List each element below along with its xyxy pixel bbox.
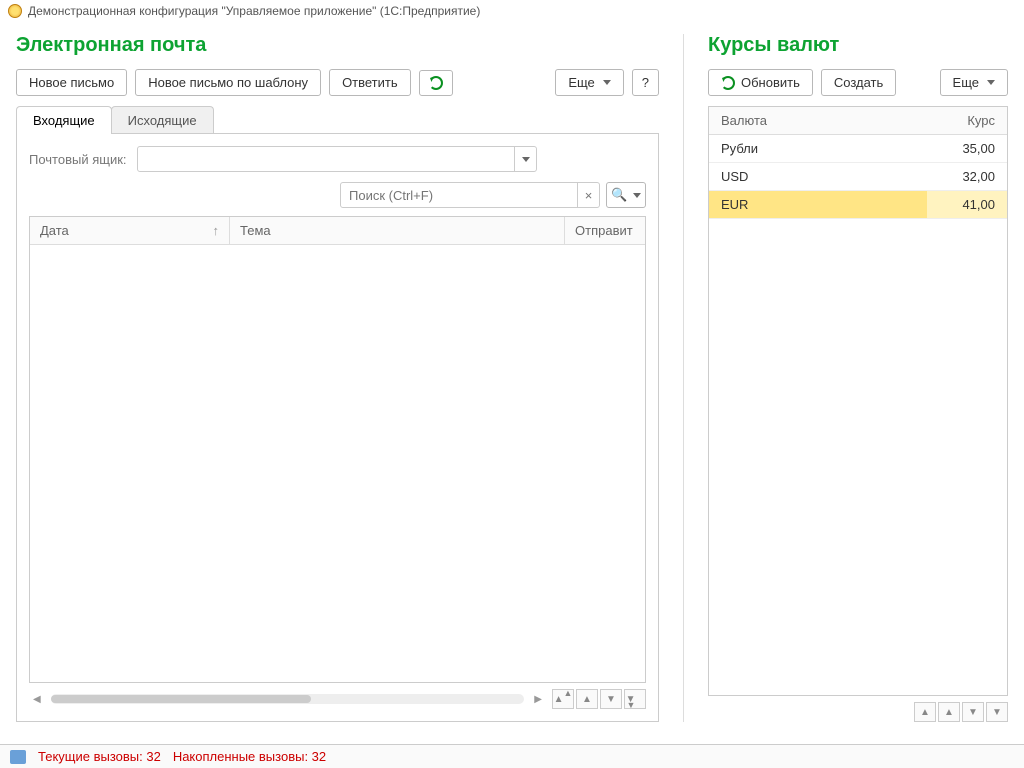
rates-table-head: Валюта Курс bbox=[709, 107, 1007, 135]
table-row[interactable]: EUR41,00 bbox=[709, 191, 1007, 219]
nav-last[interactable]: ▼▼ bbox=[624, 689, 646, 709]
chevron-down-icon bbox=[522, 157, 530, 162]
nav-up[interactable]: ▲ bbox=[576, 689, 598, 709]
rates-toolbar: Обновить Создать Еще bbox=[708, 69, 1008, 96]
refresh-icon bbox=[429, 76, 443, 90]
nav-first[interactable]: ▲▲ bbox=[552, 689, 574, 709]
cell-rate: 35,00 bbox=[915, 141, 995, 156]
column-date[interactable]: Дата ↑ bbox=[30, 217, 230, 244]
chevron-down-icon bbox=[633, 193, 641, 198]
app-icon bbox=[8, 4, 22, 18]
search-button[interactable]: 🔍 bbox=[606, 182, 646, 208]
chevron-down-icon bbox=[987, 80, 995, 85]
email-table: Дата ↑ Тема Отправит bbox=[29, 216, 646, 683]
rates-row-nav: ▲ ▲ ▼ ▼ bbox=[914, 702, 1008, 722]
rates-title: Курсы валют bbox=[708, 34, 1008, 57]
table-row[interactable]: USD32,00 bbox=[709, 163, 1007, 191]
nav-down[interactable]: ▼ bbox=[600, 689, 622, 709]
sort-asc-icon: ↑ bbox=[213, 223, 220, 238]
new-letter-button[interactable]: Новое письмо bbox=[16, 69, 127, 96]
tab-body: Почтовый ящик: × 🔍 bbox=[16, 133, 659, 722]
mailbox-dropdown-button[interactable] bbox=[514, 147, 536, 171]
refresh-label: Обновить bbox=[741, 75, 800, 90]
titlebar-text: Демонстрационная конфигурация "Управляем… bbox=[28, 4, 480, 18]
panel-divider bbox=[683, 34, 684, 722]
mailbox-label: Почтовый ящик: bbox=[29, 152, 127, 167]
nav-first[interactable]: ▲ bbox=[914, 702, 936, 722]
status-current-calls: Текущие вызовы: 32 bbox=[38, 749, 161, 764]
cell-rate: 41,00 bbox=[927, 191, 1007, 218]
rates-refresh-button[interactable]: Обновить bbox=[708, 69, 813, 96]
column-currency[interactable]: Валюта bbox=[721, 113, 915, 128]
hscroll-thumb[interactable] bbox=[51, 695, 311, 703]
statusbar: Текущие вызовы: 32 Накопленные вызовы: 3… bbox=[0, 744, 1024, 768]
column-subject[interactable]: Тема bbox=[230, 217, 565, 244]
new-letter-template-button[interactable]: Новое письмо по шаблону bbox=[135, 69, 321, 96]
column-sender[interactable]: Отправит bbox=[565, 217, 645, 244]
hscroll-track[interactable] bbox=[51, 694, 525, 704]
column-date-label: Дата bbox=[40, 223, 69, 238]
rates-more-button[interactable]: Еще bbox=[940, 69, 1008, 96]
titlebar: Демонстрационная конфигурация "Управляем… bbox=[0, 0, 1024, 22]
cell-currency: EUR bbox=[721, 197, 927, 212]
email-tabs: Входящие Исходящие bbox=[16, 106, 659, 134]
table-row[interactable]: Рубли35,00 bbox=[709, 135, 1007, 163]
search-input[interactable] bbox=[341, 188, 577, 203]
column-rate[interactable]: Курс bbox=[915, 113, 995, 128]
email-more-button[interactable]: Еще bbox=[555, 69, 623, 96]
search-input-wrap: × bbox=[340, 182, 600, 208]
rates-table: Валюта Курс Рубли35,00USD32,00EUR41,00 bbox=[708, 106, 1008, 696]
chevron-down-icon bbox=[603, 80, 611, 85]
help-button[interactable]: ? bbox=[632, 69, 659, 96]
nav-down[interactable]: ▼ bbox=[962, 702, 984, 722]
more-label: Еще bbox=[953, 75, 979, 90]
cell-currency: Рубли bbox=[721, 141, 915, 156]
more-label: Еще bbox=[568, 75, 594, 90]
status-icon bbox=[10, 750, 26, 764]
email-toolbar: Новое письмо Новое письмо по шаблону Отв… bbox=[16, 69, 659, 96]
nav-up[interactable]: ▲ bbox=[938, 702, 960, 722]
search-icon: 🔍 bbox=[611, 187, 627, 203]
cell-currency: USD bbox=[721, 169, 915, 184]
mailbox-select[interactable] bbox=[137, 146, 537, 172]
row-nav: ▲▲ ▲ ▼ ▼▼ bbox=[552, 689, 646, 709]
cell-rate: 32,00 bbox=[915, 169, 995, 184]
rates-create-button[interactable]: Создать bbox=[821, 69, 896, 96]
nav-last[interactable]: ▼ bbox=[986, 702, 1008, 722]
tab-inbox[interactable]: Входящие bbox=[16, 106, 112, 134]
status-accumulated-calls: Накопленные вызовы: 32 bbox=[173, 749, 326, 764]
hscroll-left[interactable]: ◀ bbox=[29, 694, 45, 705]
email-table-body bbox=[30, 245, 645, 682]
refresh-icon bbox=[721, 76, 735, 90]
reply-button[interactable]: Ответить bbox=[329, 69, 411, 96]
email-title: Электронная почта bbox=[16, 34, 659, 57]
tab-outbox[interactable]: Исходящие bbox=[111, 106, 214, 134]
search-clear-button[interactable]: × bbox=[577, 183, 599, 207]
refresh-button[interactable] bbox=[419, 70, 453, 96]
hscroll-right[interactable]: ▶ bbox=[530, 694, 546, 705]
